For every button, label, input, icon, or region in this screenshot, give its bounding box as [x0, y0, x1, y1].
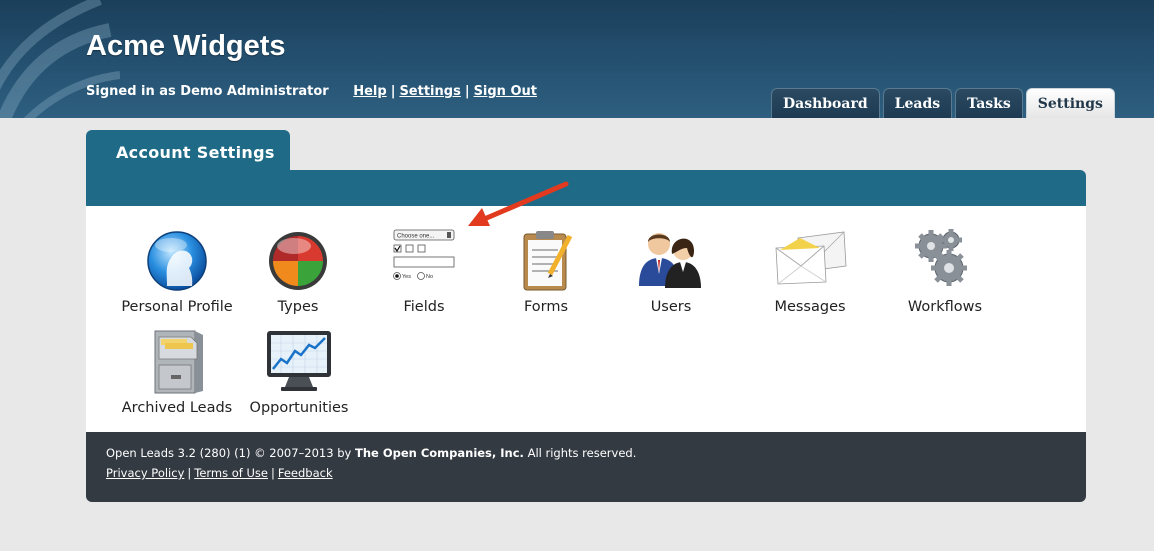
- user-bar: Signed in as Demo Administrator Help | Set…: [86, 84, 537, 99]
- personal-profile-label: Personal Profile: [121, 299, 233, 315]
- privacy-policy-link[interactable]: Privacy Policy: [106, 466, 184, 480]
- messages-item[interactable]: Messages: [745, 228, 875, 315]
- messages-icon: [775, 231, 847, 285]
- footer-links: Privacy Policy | Terms of Use | Feedback: [106, 466, 1066, 480]
- users-item[interactable]: Users: [606, 228, 736, 315]
- rights-text: All rights reserved.: [527, 446, 637, 460]
- types-item[interactable]: Types: [233, 228, 363, 315]
- svg-text:Yes: Yes: [402, 274, 411, 280]
- workflows-icon: [915, 229, 967, 286]
- messages-label: Messages: [774, 299, 846, 315]
- personal-profile-item[interactable]: Personal Profile: [112, 228, 242, 315]
- fields-item[interactable]: Choose one... Yes No Fields: [359, 228, 489, 315]
- sign-out-link[interactable]: Sign Out: [474, 84, 537, 99]
- app-title: Acme Widgets: [86, 30, 286, 62]
- tab-tasks[interactable]: Tasks: [955, 88, 1023, 118]
- personal-profile-icon: [147, 231, 207, 291]
- company-name: The Open Companies, Inc.: [354, 446, 524, 460]
- types-label: Types: [277, 299, 319, 315]
- opportunities-icon: [267, 331, 331, 391]
- svg-text:No: No: [426, 274, 433, 280]
- link-separator: |: [271, 466, 275, 480]
- workflows-item[interactable]: Workflows: [880, 228, 1010, 315]
- settings-link[interactable]: Settings: [399, 84, 460, 99]
- settings-panel: Personal Profile Types Choose one... Yes: [86, 206, 1086, 432]
- link-separator: |: [390, 84, 396, 99]
- signed-in-label: Signed in as Demo Administrator: [86, 84, 329, 99]
- opportunities-item[interactable]: Opportunities: [234, 329, 364, 416]
- help-link[interactable]: Help: [353, 84, 386, 99]
- workflows-label: Workflows: [907, 299, 983, 315]
- opportunities-label: Opportunities: [249, 400, 349, 416]
- fields-icon: Choose one... Yes No: [393, 229, 455, 280]
- tab-leads[interactable]: Leads: [882, 88, 953, 118]
- svg-text:Choose one...: Choose one...: [397, 234, 435, 240]
- archived-leads-icon: [154, 330, 203, 394]
- archived-leads-item[interactable]: Archived Leads: [112, 329, 242, 416]
- archived-leads-label: Archived Leads: [121, 400, 233, 416]
- link-separator: |: [464, 84, 470, 99]
- users-label: Users: [650, 299, 692, 315]
- types-icon: [269, 232, 327, 290]
- page-footer: Open Leads 3.2 (280) (1) © 2007–2013 by …: [86, 432, 1086, 502]
- footer-copyright: Open Leads 3.2 (280) (1) © 2007–2013 by …: [106, 446, 1066, 460]
- version-text: Open Leads 3.2 (280) (1) © 2007–2013 by: [106, 446, 352, 460]
- terms-of-use-link[interactable]: Terms of Use: [194, 466, 268, 480]
- fields-label: Fields: [403, 299, 445, 315]
- feedback-link[interactable]: Feedback: [278, 466, 333, 480]
- panel-title: Account Settings: [86, 130, 290, 172]
- panel-header-bar: [86, 170, 1086, 206]
- annotation-arrow-icon: [468, 181, 569, 226]
- users-icon: [639, 233, 701, 288]
- forms-item[interactable]: Forms: [481, 228, 611, 315]
- forms-icon: [523, 231, 573, 291]
- tab-dashboard[interactable]: Dashboard: [771, 88, 880, 118]
- main-nav-tabs: Dashboard Leads Tasks Settings: [771, 88, 1115, 118]
- link-separator: |: [187, 466, 192, 480]
- tab-settings[interactable]: Settings: [1025, 88, 1115, 118]
- forms-label: Forms: [523, 299, 569, 315]
